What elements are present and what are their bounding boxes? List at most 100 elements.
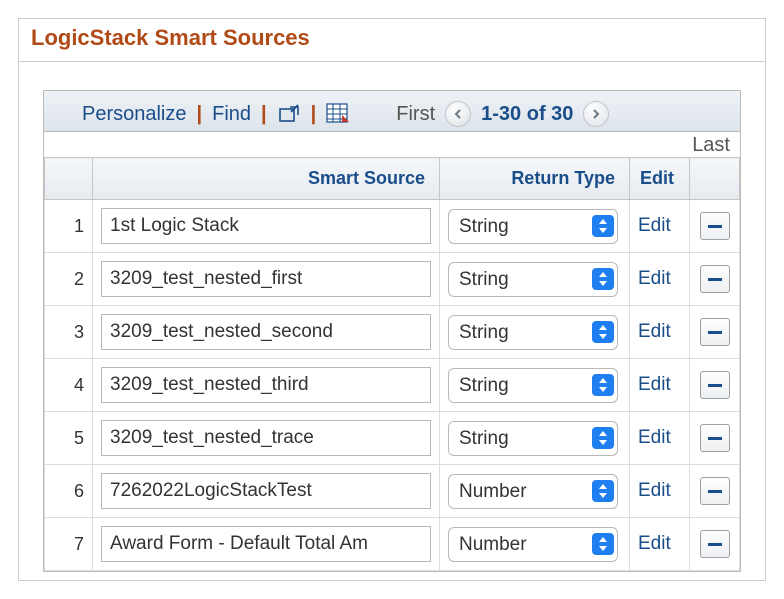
row-number: 5 [45,412,93,465]
table-row: 2 StringNumber Edit [45,253,740,306]
edit-link[interactable]: Edit [638,321,671,342]
pager-prev-button[interactable] [445,101,471,127]
table-row: 5 StringNumber Edit [45,412,740,465]
smart-source-input[interactable] [101,420,431,456]
personalize-link[interactable]: Personalize [82,103,187,126]
delete-row-button[interactable] [700,530,730,558]
minus-icon [708,331,722,334]
data-table: Smart Source Return Type Edit 1 StringNum… [44,157,740,571]
toolbar-separator: | [257,103,271,126]
delete-row-button[interactable] [700,212,730,240]
smart-source-input[interactable] [101,473,431,509]
smart-source-cell [93,518,440,571]
edit-cell: Edit [630,518,690,571]
pager-next-button[interactable] [583,101,609,127]
smart-sources-panel: LogicStack Smart Sources Personalize | F… [18,18,766,581]
smart-source-input[interactable] [101,261,431,297]
table-row: 7 StringNumber Edit [45,518,740,571]
return-type-select[interactable]: StringNumber [448,368,618,403]
edit-link[interactable]: Edit [638,480,671,501]
smart-source-input[interactable] [101,208,431,244]
return-type-cell: StringNumber [440,465,630,518]
col-rownum [45,158,93,200]
row-number: 7 [45,518,93,571]
pager-first-label: First [396,103,435,126]
minus-icon [708,225,722,228]
return-type-cell: StringNumber [440,200,630,253]
col-return-type[interactable]: Return Type [440,158,630,200]
edit-cell: Edit [630,200,690,253]
edit-link[interactable]: Edit [638,533,671,554]
return-type-cell: StringNumber [440,253,630,306]
export-excel-icon[interactable] [326,102,350,126]
minus-icon [708,278,722,281]
find-link[interactable]: Find [212,103,251,126]
delete-row-button[interactable] [700,477,730,505]
smart-source-input[interactable] [101,367,431,403]
toolbar-separator: | [193,103,207,126]
grid: Personalize | Find | | [43,90,741,572]
smart-source-input[interactable] [101,526,431,562]
edit-cell: Edit [630,253,690,306]
delete-row-button[interactable] [700,371,730,399]
edit-link[interactable]: Edit [638,427,671,448]
table-row: 6 StringNumber Edit [45,465,740,518]
return-type-select[interactable]: StringNumber [448,421,618,456]
smart-source-cell [93,465,440,518]
grid-toolbar: Personalize | Find | | [44,91,740,132]
return-type-select[interactable]: StringNumber [448,262,618,297]
minus-icon [708,384,722,387]
col-edit: Edit [630,158,690,200]
return-type-cell: StringNumber [440,359,630,412]
minus-icon [708,437,722,440]
return-type-select[interactable]: StringNumber [448,527,618,562]
table-row: 4 StringNumber Edit [45,359,740,412]
pager: First 1-30 of 30 [396,101,609,127]
smart-source-cell [93,306,440,359]
return-type-select[interactable]: StringNumber [448,474,618,509]
delete-cell [690,465,740,518]
row-number: 1 [45,200,93,253]
delete-cell [690,306,740,359]
delete-cell [690,200,740,253]
return-type-select[interactable]: StringNumber [448,209,618,244]
delete-row-button[interactable] [700,424,730,452]
smart-source-cell [93,359,440,412]
row-number: 2 [45,253,93,306]
table-row: 1 StringNumber Edit [45,200,740,253]
minus-icon [708,543,722,546]
col-smart-source[interactable]: Smart Source [93,158,440,200]
return-type-cell: StringNumber [440,412,630,465]
smart-source-input[interactable] [101,314,431,350]
edit-link[interactable]: Edit [638,215,671,236]
smart-source-cell [93,200,440,253]
smart-source-cell [93,412,440,465]
return-type-cell: StringNumber [440,306,630,359]
table-row: 3 StringNumber Edit [45,306,740,359]
row-number: 4 [45,359,93,412]
row-number: 3 [45,306,93,359]
smart-source-cell [93,253,440,306]
delete-cell [690,412,740,465]
edit-cell: Edit [630,465,690,518]
edit-cell: Edit [630,359,690,412]
delete-row-button[interactable] [700,265,730,293]
edit-link[interactable]: Edit [638,374,671,395]
edit-link[interactable]: Edit [638,268,671,289]
delete-row-button[interactable] [700,318,730,346]
row-number: 6 [45,465,93,518]
return-type-cell: StringNumber [440,518,630,571]
col-delete [690,158,740,200]
toolbar-separator: | [307,103,321,126]
delete-cell [690,253,740,306]
panel-title: LogicStack Smart Sources [19,19,765,62]
delete-cell [690,518,740,571]
panel-body: Personalize | Find | | [19,62,765,580]
view-all-icon[interactable] [277,102,301,126]
pager-range: 1-30 of 30 [481,103,573,126]
return-type-select[interactable]: StringNumber [448,315,618,350]
delete-cell [690,359,740,412]
edit-cell: Edit [630,412,690,465]
pager-last-label: Last [44,134,740,157]
edit-cell: Edit [630,306,690,359]
